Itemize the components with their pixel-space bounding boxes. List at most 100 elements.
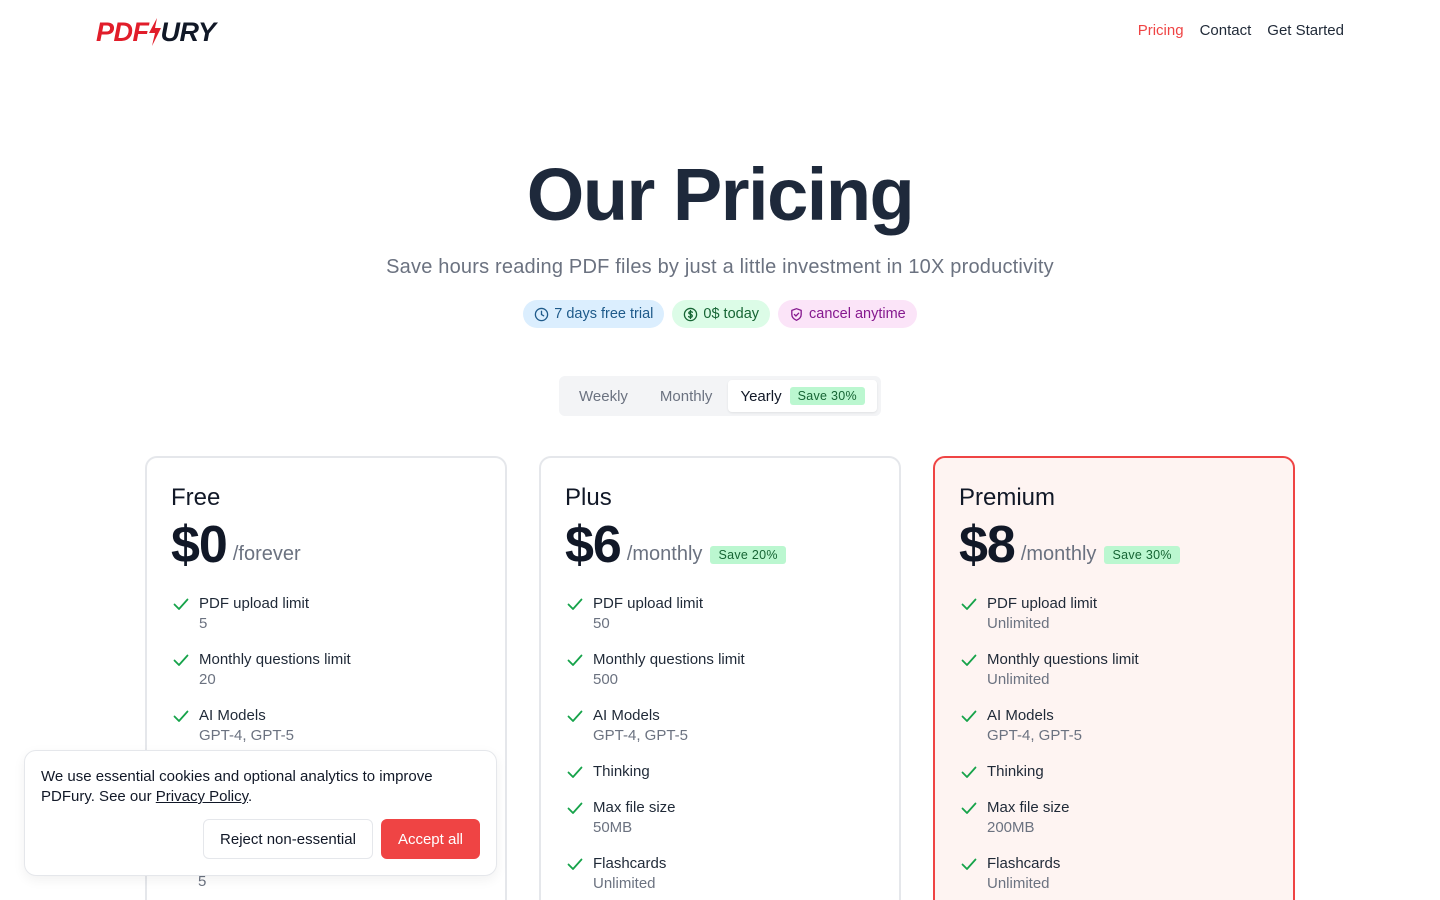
- check-icon: [173, 654, 189, 666]
- feature-value: 20: [199, 671, 216, 688]
- feature-item: Max file size 50MB: [565, 798, 875, 838]
- feature-label: Thinking: [987, 763, 1044, 780]
- feature-label: Max file size: [593, 799, 676, 816]
- feature-label: Max file size: [987, 799, 1070, 816]
- badge-label: 0$ today: [703, 306, 760, 322]
- clock-icon: [535, 307, 549, 321]
- feature-label: AI Models: [593, 707, 660, 724]
- feature-label: PDF upload limit: [987, 595, 1098, 612]
- feature-item: Max file size 200MB: [959, 798, 1269, 838]
- feature-label: PDF upload limit: [199, 595, 310, 612]
- feature-item: Monthly questions limit 20: [171, 650, 481, 690]
- check-icon: [567, 766, 583, 778]
- logo-text-pdf: PDF: [96, 16, 149, 47]
- feature-label: Monthly questions limit: [199, 651, 351, 668]
- check-icon: [567, 598, 583, 610]
- cookie-message: We use essential cookies and optional an…: [41, 767, 480, 807]
- toggle-yearly[interactable]: Yearly Save 30%: [728, 380, 877, 412]
- feature-value: GPT-4, GPT-5: [593, 727, 689, 744]
- feature-label: AI Models: [199, 707, 266, 724]
- feature-item: Flashcards Unlimited: [565, 854, 875, 894]
- feature-list: PDF upload limit 5 Monthly questions limi…: [171, 594, 481, 746]
- feature-item: AI Models GPT-4, GPT-5: [171, 706, 481, 746]
- feature-label: Flashcards: [987, 855, 1061, 872]
- toggle-yearly-label: Yearly: [740, 387, 782, 405]
- cookie-banner: We use essential cookies and optional an…: [24, 750, 497, 876]
- billing-period-toggle: Weekly Monthly Yearly Save 30%: [559, 376, 881, 416]
- plan-period: /forever: [232, 543, 301, 565]
- feature-label: Monthly questions limit: [987, 651, 1139, 668]
- badge-label: cancel anytime: [809, 306, 906, 322]
- check-icon: [961, 858, 977, 870]
- check-icon: [567, 802, 583, 814]
- feature-value: Unlimited: [593, 875, 656, 892]
- feature-label: AI Models: [987, 707, 1054, 724]
- nav-get-started[interactable]: Get Started: [1267, 22, 1344, 39]
- accept-all-button[interactable]: Accept all: [380, 819, 480, 859]
- cookie-text-end: .: [248, 788, 253, 805]
- shield-check-icon: [791, 307, 802, 321]
- feature-list: PDF upload limit Unlimited Monthly questi…: [959, 594, 1269, 894]
- price-row: $0 /forever: [171, 516, 481, 574]
- nav-pricing[interactable]: Pricing: [1138, 22, 1184, 39]
- feature-item: Flashcards Unlimited: [959, 854, 1269, 894]
- feature-value: GPT-4, GPT-5: [199, 727, 295, 744]
- feature-value: GPT-4, GPT-5: [987, 727, 1083, 744]
- feature-label: PDF upload limit: [593, 595, 704, 612]
- feature-item: Monthly questions limit 500: [565, 650, 875, 690]
- feature-item: AI Models GPT-4, GPT-5: [959, 706, 1269, 746]
- reject-non-essential-button[interactable]: Reject non-essential: [203, 819, 373, 859]
- check-icon: [567, 858, 583, 870]
- plan-name: Plus: [565, 484, 612, 511]
- feature-value: 5: [199, 615, 208, 632]
- toggle-monthly[interactable]: Monthly: [644, 380, 729, 412]
- check-icon: [173, 710, 189, 722]
- top-nav: Pricing Contact Get Started: [1138, 22, 1344, 39]
- plan-period: /monthly: [626, 543, 703, 565]
- check-icon: [961, 598, 977, 610]
- feature-item: PDF upload limit Unlimited: [959, 594, 1269, 634]
- check-icon: [567, 710, 583, 722]
- plan-save-badge: Save 20%: [710, 546, 786, 564]
- feature-label: Thinking: [593, 763, 650, 780]
- badge-free-trial: 7 days free trial: [523, 300, 665, 328]
- badge-zero-today: 0$ today: [672, 300, 771, 328]
- check-icon: [961, 802, 977, 814]
- plan-card-premium: Premium $8 /monthly Save 30% PDF upload …: [933, 456, 1295, 900]
- plan-card-plus: Plus $6 /monthly Save 20% PDF upload lim…: [539, 456, 901, 900]
- feature-value: 500: [593, 671, 619, 688]
- cookie-actions: Reject non-essential Accept all: [203, 819, 480, 859]
- check-icon: [961, 766, 977, 778]
- feature-list: PDF upload limit 50 Monthly questions lim…: [565, 594, 875, 894]
- feature-value: Unlimited: [987, 671, 1050, 688]
- feature-value: 50MB: [593, 819, 633, 836]
- plan-price: $0: [171, 516, 228, 574]
- toggle-weekly[interactable]: Weekly: [563, 380, 644, 412]
- nav-contact[interactable]: Contact: [1200, 22, 1252, 39]
- feature-item: AI Models GPT-4, GPT-5: [565, 706, 875, 746]
- logo[interactable]: PDF URY: [96, 17, 216, 47]
- feature-item: Thinking: [565, 762, 875, 782]
- feature-item: PDF upload limit 5: [171, 594, 481, 634]
- badge-label: 7 days free trial: [554, 306, 654, 322]
- feature-item: Thinking: [959, 762, 1269, 782]
- privacy-policy-link[interactable]: Privacy Policy: [156, 788, 248, 805]
- logo-text-ury: URY: [160, 16, 217, 47]
- site-header: PDF URY Pricing Contact Get Started: [0, 0, 1440, 64]
- badge-cancel-anytime: cancel anytime: [778, 300, 917, 328]
- feature-value: Unlimited: [987, 875, 1050, 892]
- feature-label: Monthly questions limit: [593, 651, 745, 668]
- plan-name: Premium: [959, 484, 1056, 511]
- plan-period: /monthly: [1020, 543, 1097, 565]
- check-icon: [173, 598, 189, 610]
- plan-price: $8: [959, 516, 1016, 574]
- feature-value: 50: [593, 615, 610, 632]
- price-row: $8 /monthly Save 30%: [959, 516, 1269, 574]
- benefit-badges: 7 days free trial 0$ today cancel anytim…: [0, 300, 1440, 328]
- feature-item: PDF upload limit 50: [565, 594, 875, 634]
- feature-value: 200MB: [987, 819, 1035, 836]
- check-icon: [961, 654, 977, 666]
- dollar-circle-icon: [684, 307, 698, 321]
- feature-value: Unlimited: [987, 615, 1050, 632]
- feature-label: Flashcards: [593, 855, 667, 872]
